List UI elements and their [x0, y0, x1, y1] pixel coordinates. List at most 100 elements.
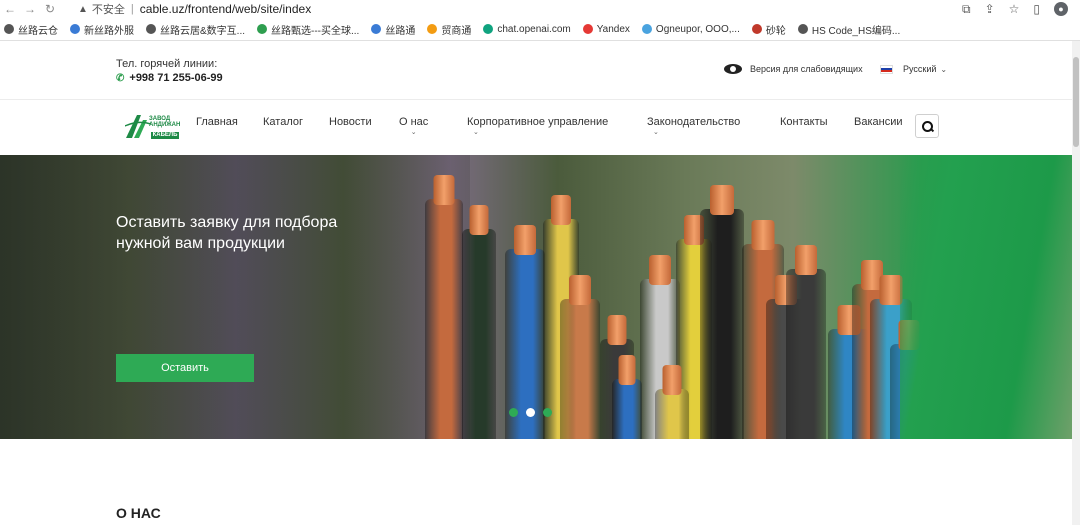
bookmark-item[interactable]: Yandex	[582, 23, 630, 35]
bookmark-favicon-icon	[427, 24, 438, 34]
cable-shape	[655, 365, 689, 439]
menu-item-label[interactable]: Законодательство	[647, 116, 740, 128]
hotline-label: Тел. горячей линии:	[116, 58, 218, 70]
bookmark-label: 丝路甄选---买全球...	[271, 25, 360, 37]
menu-item-label[interactable]: Новости	[329, 116, 372, 128]
hero-title: Оставить заявку для подбора нужной вам п…	[116, 214, 338, 252]
bookmark-favicon-icon	[641, 24, 652, 34]
chevron-down-icon: ⌄	[410, 129, 417, 136]
sidebar-icon[interactable]: ▯	[1033, 2, 1040, 16]
star-icon[interactable]: ☆	[1009, 2, 1020, 16]
search-button[interactable]	[915, 114, 939, 138]
hotline-block: Тел. горячей линии: ✆ +998 71 255-06-99	[116, 58, 223, 84]
url-field[interactable]: ▲ 不安全 | cable.uz/frontend/web/site/index	[78, 0, 311, 18]
cable-core-shape	[795, 245, 817, 275]
menu-item-contacts[interactable]: Контакты	[780, 116, 828, 128]
browser-address-bar: ← → ↻ ▲ 不安全 | cable.uz/frontend/web/site…	[0, 0, 1080, 18]
bookmark-label: 丝路通	[385, 25, 416, 37]
bookmark-item[interactable]: 砂轮	[751, 22, 786, 37]
bookmark-label: Ogneupor, OOO,...	[655, 23, 740, 35]
url-text[interactable]: cable.uz/frontend/web/site/index	[140, 2, 311, 16]
cable-shape	[786, 245, 826, 439]
menu-item-label[interactable]: Главная	[196, 116, 238, 128]
cable-core-shape	[662, 365, 682, 395]
cable-core-shape	[551, 195, 571, 225]
hotline-number-text[interactable]: +998 71 255-06-99	[129, 72, 222, 84]
accessibility-version-label[interactable]: Версия для слабовидящих	[750, 64, 863, 74]
accessibility-version-link[interactable]: Версия для слабовидящих	[724, 63, 863, 75]
cable-shape	[700, 185, 744, 439]
insecure-label: 不安全	[91, 4, 125, 16]
bookmark-item[interactable]: chat.openai.com	[483, 24, 571, 35]
menu-item-about[interactable]: О нас ⌄	[399, 116, 428, 136]
menu-item-label[interactable]: О нас	[399, 116, 428, 128]
russia-flag-icon	[880, 64, 893, 74]
translate-icon[interactable]: ⧉	[962, 2, 971, 17]
language-selector[interactable]: Русский ⌄	[880, 64, 947, 74]
menu-item-legislation[interactable]: Законодательство ⌄	[647, 116, 740, 136]
cable-core-shape	[569, 275, 591, 305]
menu-item-vacancies[interactable]: Вакансии	[854, 116, 903, 128]
hotline-number[interactable]: ✆ +998 71 255-06-99	[116, 72, 223, 84]
browser-divider	[0, 40, 1080, 41]
hero-submit-button[interactable]: Оставить	[116, 354, 254, 382]
bookmark-item[interactable]: 丝路甄选---买全球...	[257, 22, 359, 37]
back-icon[interactable]: ←	[0, 2, 20, 16]
bookmark-item[interactable]: 贸商通	[427, 22, 471, 37]
menu-item-catalog[interactable]: Каталог	[263, 116, 303, 128]
cable-core-shape	[710, 185, 734, 215]
bookmark-label: 丝路云居&数字互...	[160, 25, 246, 37]
hero-banner	[0, 155, 1072, 439]
cable-core-shape	[751, 220, 775, 250]
menu-item-label[interactable]: Каталог	[263, 116, 303, 128]
about-section-title: О НАС	[116, 505, 161, 521]
hero-green-panel	[900, 155, 1072, 439]
slider-dot-active[interactable]	[526, 408, 535, 417]
bookmark-item[interactable]: HS Code_HS编码...	[797, 22, 900, 37]
chevron-down-icon: ⌄	[940, 64, 948, 74]
cable-core-shape	[607, 315, 627, 345]
menu-item-label[interactable]: Корпоративное управление	[467, 116, 608, 128]
bookmark-favicon-icon	[4, 24, 14, 34]
cable-core-shape	[649, 255, 671, 285]
bookmark-label: Yandex	[596, 23, 630, 35]
bookmark-label: 丝路云仓	[18, 25, 58, 37]
bookmark-favicon-icon	[70, 24, 80, 34]
cable-core-shape	[469, 205, 489, 235]
bookmark-favicon-icon	[582, 24, 593, 34]
share-icon[interactable]: ⇪	[985, 2, 995, 16]
scrollbar-thumb[interactable]	[1073, 57, 1079, 147]
cable-core-shape	[433, 175, 455, 205]
browser-toolbar-icons: ⧉ ⇪ ☆ ▯ ●	[962, 2, 1080, 17]
reload-icon[interactable]: ↻	[40, 2, 60, 16]
slider-dot[interactable]	[543, 408, 552, 417]
page-scrollbar[interactable]	[1072, 41, 1080, 525]
menu-item-label[interactable]: Вакансии	[854, 116, 903, 128]
menu-item-news[interactable]: Новости	[329, 116, 372, 128]
cable-core-shape	[618, 355, 636, 385]
forward-icon[interactable]: →	[20, 2, 40, 16]
bookmark-favicon-icon	[797, 24, 808, 34]
bookmark-item[interactable]: Ogneupor, OOO,...	[641, 23, 740, 35]
bookmark-label: 贸商通	[441, 25, 472, 37]
bookmark-favicon-icon	[146, 24, 156, 34]
bookmark-item[interactable]: 丝路云居&数字互...	[146, 22, 245, 37]
profile-avatar-icon[interactable]: ●	[1054, 2, 1068, 16]
phone-icon: ✆	[116, 72, 125, 84]
slider-dot[interactable]	[509, 408, 518, 417]
menu-item-corporate-governance[interactable]: Корпоративное управление ⌄	[467, 116, 608, 136]
hero-overlay	[0, 155, 470, 439]
menu-item-home[interactable]: Главная	[196, 116, 238, 128]
language-label[interactable]: Русский	[903, 64, 936, 74]
bookmark-item[interactable]: 丝路通	[371, 22, 415, 37]
menu-item-label[interactable]: Контакты	[780, 116, 828, 128]
address-separator: |	[130, 3, 134, 15]
cable-shape	[612, 355, 642, 439]
chevron-down-icon: ⌄	[473, 129, 479, 136]
bookmark-item[interactable]: 新丝路外服	[70, 22, 134, 37]
bookmark-item[interactable]: 丝路云仓	[4, 22, 58, 37]
cable-shape	[425, 175, 463, 439]
cable-shape	[462, 205, 496, 439]
bookmark-favicon-icon	[751, 24, 762, 34]
header-divider	[0, 99, 1072, 100]
